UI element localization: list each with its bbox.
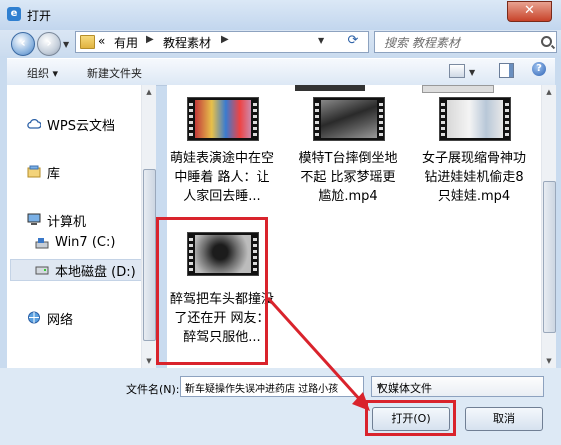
- search-placeholder: 搜索 教程素材: [384, 36, 460, 50]
- nav-item-library[interactable]: 库: [47, 163, 60, 182]
- computer-icon: [27, 213, 41, 225]
- drive-icon: [35, 238, 49, 249]
- video-thumbnail: [313, 97, 385, 141]
- breadcrumb-item[interactable]: 教程素材: [163, 34, 211, 51]
- file-name: 模特T台摔倒坐地不起 比冢梦瑶更尴尬.mp4: [298, 151, 398, 204]
- breadcrumb-separator-icon[interactable]: ▶: [146, 34, 154, 45]
- scroll-thumb[interactable]: [143, 169, 156, 341]
- new-folder-button[interactable]: 新建文件夹: [87, 65, 142, 81]
- nav-scrollbar[interactable]: ▲ ▼: [141, 85, 156, 368]
- selection-highlight-box: [156, 217, 268, 365]
- scroll-up-icon[interactable]: ▲: [542, 85, 556, 99]
- search-input[interactable]: 搜索 教程素材: [374, 31, 557, 53]
- video-thumbnail[interactable]: [295, 85, 365, 91]
- network-icon: [28, 311, 40, 324]
- file-scrollbar[interactable]: ▲ ▼: [541, 85, 556, 368]
- nav-item-computer[interactable]: 计算机: [47, 211, 86, 230]
- nav-item-network[interactable]: 网络: [47, 309, 73, 328]
- address-bar[interactable]: « 有用 ▶ 教程素材 ▶: [75, 31, 369, 53]
- cancel-button[interactable]: 取消: [465, 407, 543, 431]
- nav-item-drive-c[interactable]: Win7 (C:): [55, 235, 115, 250]
- command-toolbar: 组织 ▾ 新建文件夹 ▼ ?: [7, 58, 555, 86]
- navigation-pane: WPS云文档 库 计算机 Win7 (C:) 本地磁盘 (D:) 网络: [7, 85, 153, 368]
- breadcrumb-item[interactable]: 有用: [114, 34, 138, 51]
- filename-label: 文件名(N):: [126, 383, 180, 396]
- scroll-down-icon[interactable]: ▼: [142, 354, 156, 368]
- drive-icon: [35, 266, 49, 275]
- preview-pane-icon[interactable]: [499, 63, 514, 78]
- close-button[interactable]: ✕: [507, 1, 552, 22]
- organize-button[interactable]: 组织 ▾: [27, 65, 58, 81]
- folder-icon: [80, 35, 95, 49]
- scroll-thumb[interactable]: [543, 181, 556, 333]
- filetype-select[interactable]: 仅媒体文件 ▼: [371, 376, 544, 397]
- app-icon: e: [7, 7, 21, 21]
- chevron-down-icon: ▼: [377, 382, 384, 391]
- video-thumbnail: [187, 97, 259, 141]
- search-icon[interactable]: [541, 36, 552, 47]
- cloud-icon: [27, 118, 41, 129]
- recent-pages-dropdown-icon[interactable]: ▼: [63, 40, 69, 49]
- library-icon: [27, 165, 41, 178]
- breadcrumb-separator-icon[interactable]: ▶: [221, 34, 229, 45]
- video-thumbnail: [439, 97, 511, 141]
- nav-item-wps-cloud[interactable]: WPS云文档: [47, 115, 115, 134]
- forward-button[interactable]: ›: [37, 32, 61, 56]
- filename-input[interactable]: 靳车疑操作失误冲进药店 过路小孩: [180, 376, 364, 397]
- scroll-up-icon[interactable]: ▲: [142, 85, 156, 99]
- filename-value: 靳车疑操作失误冲进药店 过路小孩: [185, 384, 339, 395]
- open-highlight-box: [365, 400, 456, 436]
- file-name: 女子展现缩骨神功 钻进娃娃机偷走8只娃娃.mp4: [422, 151, 527, 204]
- address-dropdown-icon[interactable]: ▼: [318, 36, 324, 45]
- file-name: 萌娃表演途中在空中睡着 路人：让人家回去睡...: [170, 151, 275, 204]
- scroll-down-icon[interactable]: ▼: [542, 354, 556, 368]
- view-icon[interactable]: [449, 64, 465, 78]
- window-title: 打开: [27, 9, 52, 23]
- nav-item-drive-d[interactable]: 本地磁盘 (D:): [55, 261, 136, 280]
- video-thumbnail[interactable]: [422, 85, 494, 93]
- title-bar: e 打开 ✕: [0, 0, 561, 30]
- help-icon[interactable]: ?: [532, 62, 546, 76]
- back-button[interactable]: ‹: [11, 32, 35, 56]
- view-dropdown-icon[interactable]: ▼: [469, 68, 475, 77]
- refresh-button[interactable]: ⟳: [341, 31, 365, 51]
- breadcrumb-overflow[interactable]: «: [98, 34, 105, 48]
